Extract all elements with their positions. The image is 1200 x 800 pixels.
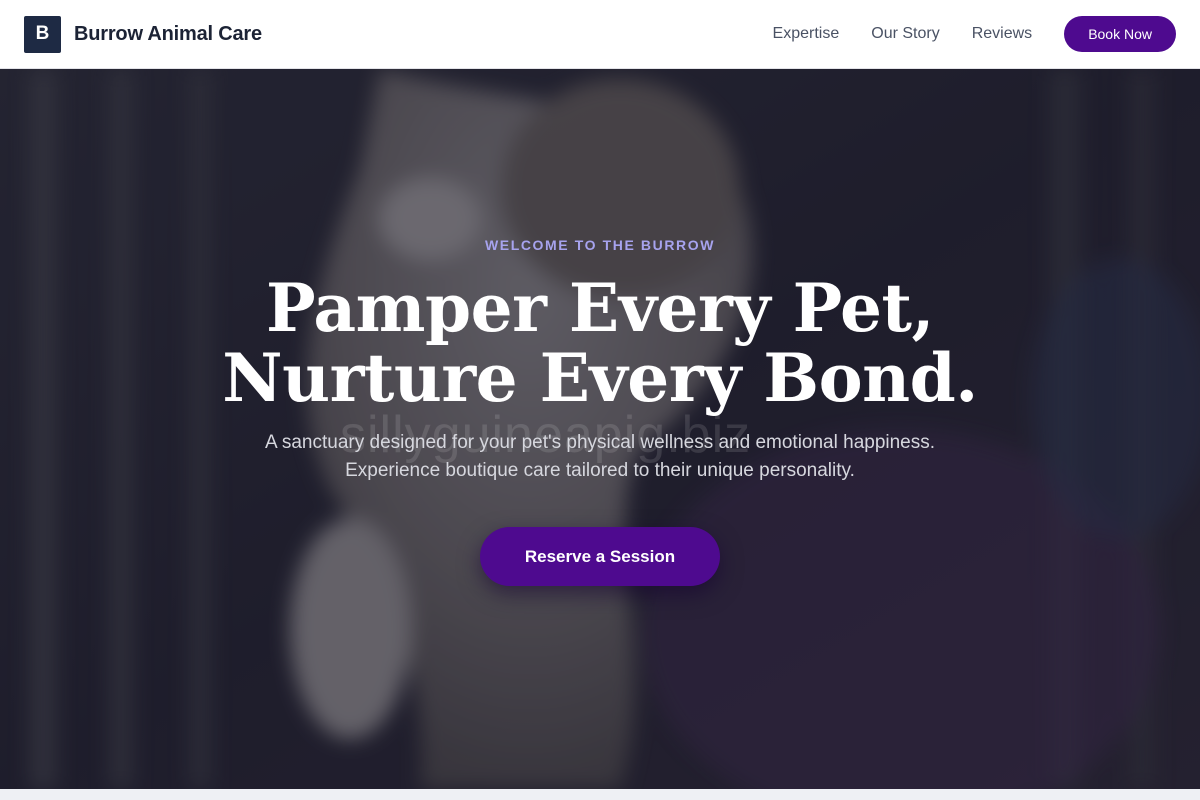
book-now-button[interactable]: Book Now bbox=[1064, 16, 1176, 52]
nav-links: Expertise Our Story Reviews Book Now bbox=[773, 16, 1176, 52]
page-bottom-strip bbox=[0, 789, 1200, 800]
nav-link-our-story[interactable]: Our Story bbox=[871, 25, 939, 43]
hero-subtext: A sanctuary designed for your pet's phys… bbox=[264, 432, 936, 481]
nav-link-expertise[interactable]: Expertise bbox=[773, 25, 840, 43]
brand-name[interactable]: Burrow Animal Care bbox=[74, 23, 262, 46]
hero-headline-line-1: Pamper Every Pet, bbox=[266, 269, 934, 347]
nav-link-reviews[interactable]: Reviews bbox=[972, 25, 1032, 43]
hero-headline-line-2: Nurture Every Bond. bbox=[222, 339, 978, 417]
hero-eyebrow: WELCOME TO THE BURROW bbox=[484, 237, 716, 253]
logo-mark[interactable]: B bbox=[24, 15, 61, 53]
reserve-session-button[interactable]: Reserve a Session bbox=[480, 527, 720, 586]
top-navbar: B Burrow Animal Care Expertise Our Story… bbox=[0, 0, 1200, 69]
hero-headline: Pamper Every Pet, Nurture Every Bond. bbox=[222, 269, 978, 417]
hero-content: WELCOME TO THE BURROW Pamper Every Pet, … bbox=[0, 69, 1200, 789]
hero-section: sillyguineapig.biz WELCOME TO THE BURROW… bbox=[0, 69, 1200, 789]
